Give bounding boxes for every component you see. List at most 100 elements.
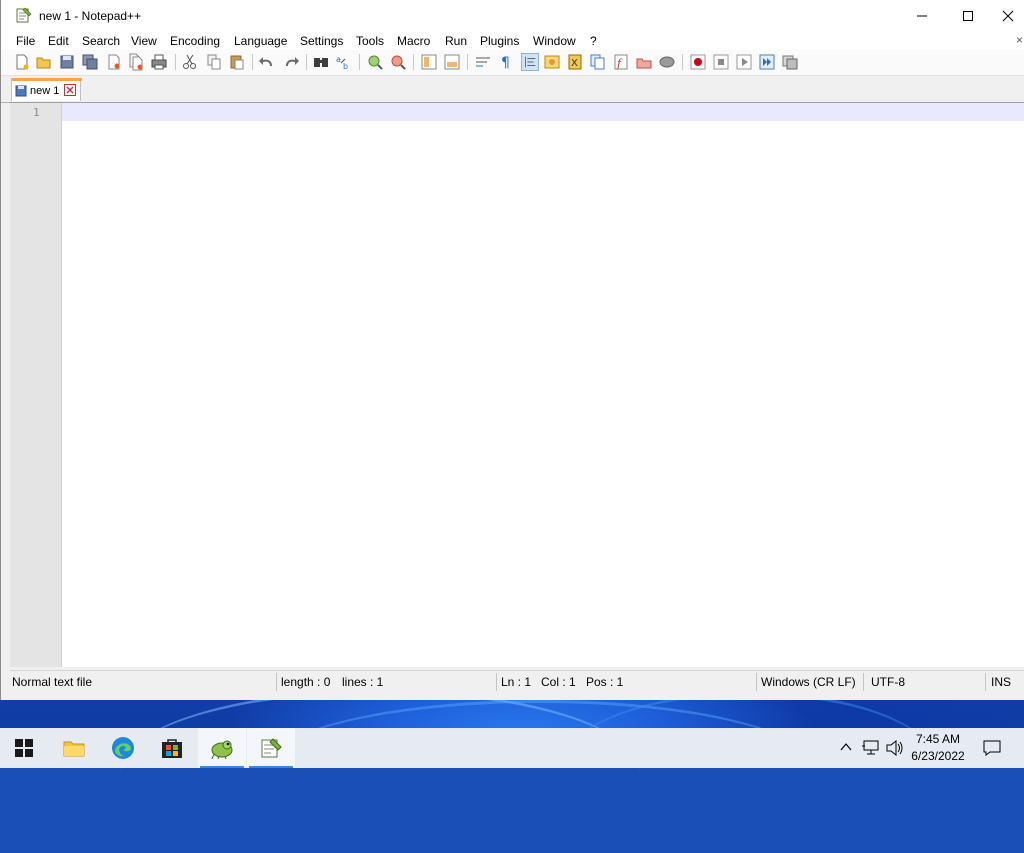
- menu-window[interactable]: Window: [533, 34, 576, 48]
- folder-workspace-icon[interactable]: [635, 53, 653, 71]
- status-ln: Ln : 1: [501, 675, 532, 689]
- status-bar: Normal text file length : 0 lines : 1 Ln…: [10, 670, 1024, 693]
- notifications-icon[interactable]: [983, 740, 1001, 756]
- monitoring-icon[interactable]: [658, 53, 676, 71]
- close-icon[interactable]: [105, 53, 123, 71]
- status-encoding: UTF-8: [871, 675, 905, 689]
- taskbar-notepadpp-chameleon[interactable]: [198, 728, 246, 768]
- undo-icon[interactable]: [258, 53, 276, 71]
- taskbar-store[interactable]: [148, 728, 196, 768]
- title-bar[interactable]: new 1 - Notepad++: [1, 0, 1024, 32]
- file-explorer-icon: [63, 741, 85, 757]
- toolbar-separator: [175, 54, 176, 70]
- copy-icon[interactable]: [205, 53, 223, 71]
- edge-icon: [112, 737, 134, 759]
- menu-encoding[interactable]: Encoding: [170, 34, 220, 48]
- open-file-icon[interactable]: [35, 53, 53, 71]
- show-all-chars-icon[interactable]: ¶: [497, 53, 515, 71]
- doc-map-icon[interactable]: X: [566, 53, 584, 71]
- line-number: 1: [33, 106, 40, 119]
- menu-bar: File Edit Search View Encoding Language …: [1, 32, 1024, 50]
- tab-close-icon[interactable]: [64, 84, 76, 96]
- taskbar-file-explorer[interactable]: [50, 728, 98, 768]
- toolbar-separator: [467, 54, 468, 70]
- clock-time[interactable]: 7:45 AM: [905, 732, 971, 746]
- menu-search[interactable]: Search: [82, 34, 120, 48]
- close-document-button[interactable]: ×: [1016, 33, 1023, 47]
- menu-help[interactable]: ?: [590, 34, 597, 48]
- redo-icon[interactable]: [282, 53, 300, 71]
- window-title: new 1 - Notepad++: [39, 9, 142, 23]
- status-insert-mode: INS: [991, 675, 1012, 689]
- minimize-icon: [917, 15, 927, 17]
- cut-icon[interactable]: [181, 53, 199, 71]
- taskbar-notepadpp[interactable]: [247, 728, 295, 768]
- taskbar-edge[interactable]: [99, 728, 147, 768]
- save-macro-icon[interactable]: [781, 53, 799, 71]
- tab-new-1[interactable]: new 1: [11, 78, 82, 101]
- zoom-out-icon[interactable]: [389, 53, 407, 71]
- doc-list-icon[interactable]: [589, 53, 607, 71]
- print-icon[interactable]: [150, 53, 168, 71]
- menu-macro[interactable]: Macro: [397, 34, 430, 48]
- network-icon[interactable]: [862, 740, 880, 756]
- menu-edit[interactable]: Edit: [48, 34, 69, 48]
- function-list-icon[interactable]: f: [612, 53, 630, 71]
- start-icon: [15, 739, 33, 757]
- close-icon: [1002, 10, 1014, 22]
- replace-icon[interactable]: ab: [335, 53, 353, 71]
- close-all-icon[interactable]: [127, 53, 145, 71]
- svg-text:¶: ¶: [501, 55, 510, 71]
- status-eol: Windows (CR LF): [761, 675, 856, 689]
- status-length: length : 0: [281, 675, 331, 689]
- stop-recording-icon[interactable]: [712, 53, 730, 71]
- save-icon[interactable]: [58, 53, 76, 71]
- line-number-gutter: 1: [10, 103, 61, 667]
- svg-text:X: X: [571, 58, 578, 69]
- user-language-icon[interactable]: [543, 53, 561, 71]
- indent-guide-icon[interactable]: [521, 53, 539, 71]
- svg-text:b: b: [343, 62, 348, 71]
- maximize-button[interactable]: [945, 0, 991, 32]
- paste-icon[interactable]: [228, 53, 246, 71]
- toolbar-separator: [682, 54, 683, 70]
- minimize-button[interactable]: [899, 0, 945, 32]
- sync-vertical-icon[interactable]: [420, 53, 438, 71]
- fold-margin: [61, 103, 62, 667]
- save-all-icon[interactable]: [81, 53, 99, 71]
- start-button[interactable]: [0, 728, 48, 768]
- toolbar-separator: [252, 54, 253, 70]
- find-icon[interactable]: [312, 53, 330, 71]
- menu-plugins[interactable]: Plugins: [480, 34, 519, 48]
- run-macro-multiple-icon[interactable]: [758, 53, 776, 71]
- text-content[interactable]: [68, 105, 1018, 665]
- close-window-button[interactable]: [991, 0, 1024, 32]
- volume-icon[interactable]: [886, 740, 904, 756]
- status-lines: lines : 1: [342, 675, 384, 689]
- notepadpp-window: new 1 - Notepad++ File Edit Search View …: [0, 0, 1024, 700]
- status-col: Col : 1: [541, 675, 576, 689]
- clock-date[interactable]: 6/23/2022: [905, 749, 971, 763]
- tab-active-indicator: [12, 78, 82, 81]
- sync-horizontal-icon[interactable]: [443, 53, 461, 71]
- menu-settings[interactable]: Settings: [300, 34, 343, 48]
- zoom-in-icon[interactable]: [366, 53, 384, 71]
- new-file-icon[interactable]: [13, 53, 31, 71]
- menu-file[interactable]: File: [16, 34, 35, 48]
- wallpaper-swirl: [560, 692, 940, 845]
- chevron-up-icon[interactable]: [840, 742, 852, 752]
- notepadpp-app-icon: [16, 7, 32, 23]
- store-icon: [162, 739, 182, 758]
- word-wrap-icon[interactable]: [474, 53, 492, 71]
- record-macro-icon[interactable]: [689, 53, 707, 71]
- menu-view[interactable]: View: [131, 34, 157, 48]
- playback-macro-icon[interactable]: [735, 53, 753, 71]
- unsaved-file-icon: [15, 85, 27, 97]
- status-divider: [496, 673, 497, 691]
- menu-run[interactable]: Run: [445, 34, 467, 48]
- menu-tools[interactable]: Tools: [356, 34, 384, 48]
- editor-area[interactable]: 1: [10, 102, 1024, 667]
- status-divider: [863, 673, 864, 691]
- menu-language[interactable]: Language: [234, 34, 287, 48]
- svg-text:a: a: [336, 55, 341, 64]
